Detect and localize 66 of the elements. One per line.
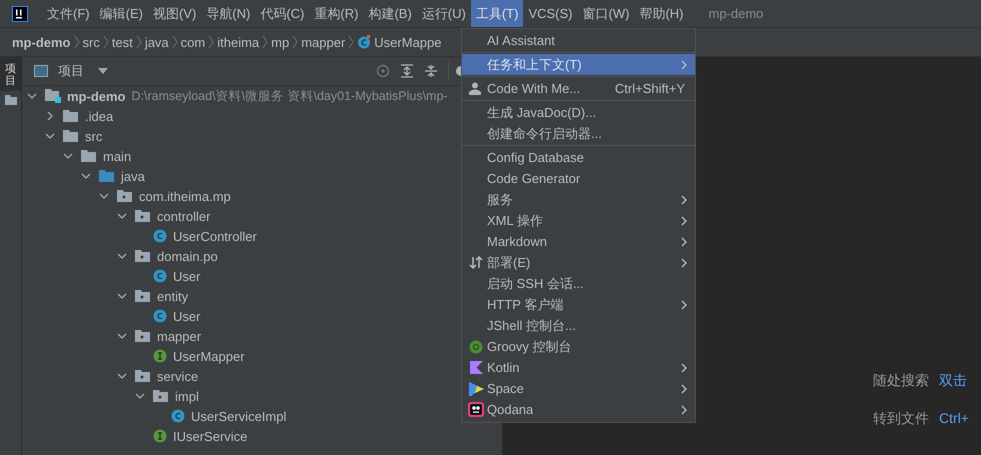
tree-item[interactable]: User	[173, 308, 200, 324]
menu-item[interactable]: XML 操作	[462, 210, 695, 231]
menu-item[interactable]: 运行(U)	[416, 0, 471, 27]
tree-item[interactable]: .idea	[85, 108, 114, 124]
menu-item[interactable]: 部署(E)	[462, 252, 695, 273]
breadcrumb-item[interactable]: mp-demo	[12, 34, 70, 50]
menu-item[interactable]: 代码(C)	[255, 0, 310, 27]
menu-item[interactable]: 服务	[462, 189, 695, 210]
tree-item[interactable]: domain.po	[157, 248, 218, 264]
menu-item[interactable]: Groovy 控制台	[462, 336, 695, 357]
menu-item[interactable]: VCS(S)	[523, 0, 578, 27]
menu-item[interactable]: 构建(B)	[363, 0, 417, 27]
breadcrumb-item[interactable]: itheima	[217, 34, 260, 50]
hint-shortcut: 双击	[939, 372, 967, 390]
menu-item[interactable]: Qodana	[462, 399, 695, 420]
menu-item[interactable]: Code Generator	[462, 168, 695, 189]
tree-item[interactable]: mp-demo	[67, 88, 126, 104]
menu-item[interactable]: Kotlin	[462, 357, 695, 378]
menu-item[interactable]: 启动 SSH 会话...	[462, 273, 695, 294]
hint-label: 随处搜索	[873, 372, 929, 390]
menu-item[interactable]: 文件(F)	[42, 0, 95, 27]
tree-item[interactable]: impl	[175, 388, 199, 404]
breadcrumb-item[interactable]: java	[144, 34, 169, 50]
menu-item[interactable]: Config Database	[462, 147, 695, 168]
hint-label: 转到文件	[873, 410, 929, 428]
tree-item[interactable]: service	[157, 368, 198, 384]
tree-item[interactable]: User	[173, 268, 200, 284]
tree-item[interactable]: java	[121, 168, 145, 184]
tree-item[interactable]: src	[85, 128, 102, 144]
menu-item[interactable]: Code With Me... Ctrl+Shift+Y	[462, 78, 695, 99]
breadcrumb-item[interactable]: UserMappe	[357, 34, 442, 50]
menu-item[interactable]: 编辑(E)	[94, 0, 148, 27]
menu-item[interactable]: 生成 JavaDoc(D)...	[462, 102, 695, 123]
menu-item[interactable]: 创建命令行启动器...	[462, 123, 695, 144]
hint-shortcut: Ctrl+	[939, 410, 969, 428]
menu-item[interactable]: 导航(N)	[201, 0, 256, 27]
menu-item[interactable]: HTTP 客户端	[462, 294, 695, 315]
breadcrumb-item[interactable]: com	[180, 34, 206, 50]
menu-item[interactable]: AI Assistant	[462, 30, 695, 51]
breadcrumb-item[interactable]: test	[112, 34, 133, 50]
breadcrumb-item[interactable]: mapper	[301, 34, 346, 50]
breadcrumb-item[interactable]: mp	[271, 34, 290, 50]
menu-item[interactable]: Space	[462, 378, 695, 399]
menu-item[interactable]: 任务和上下文(T)	[462, 54, 695, 75]
tree-item[interactable]: mapper	[157, 328, 202, 344]
tree-item[interactable]: UserController	[173, 228, 257, 244]
tree-item[interactable]: com.itheima.mp	[139, 188, 231, 204]
menu-item[interactable]: 窗口(W)	[578, 0, 634, 27]
window-title: mp-demo	[708, 5, 764, 23]
tree-item[interactable]: controller	[157, 208, 210, 224]
menu-item[interactable]: 视图(V)	[148, 0, 202, 27]
menu-item[interactable]: 帮助(H)	[634, 0, 688, 27]
breadcrumb-item[interactable]: src	[82, 34, 100, 50]
module-path: D:\ramseyload\资料\微服务 资料\day01-MybatisPlus\mp-	[132, 88, 448, 104]
menu-item[interactable]: 重构(R)	[309, 0, 364, 27]
shortcut-text: Ctrl+Shift+Y	[614, 81, 685, 96]
tree-item[interactable]: main	[103, 148, 132, 164]
tree-item[interactable]: entity	[157, 288, 188, 304]
tree-item[interactable]: UserServiceImpl	[191, 408, 286, 424]
panel-title[interactable]: 项目	[58, 62, 84, 80]
tree-item[interactable]: IUserService	[173, 428, 248, 444]
project-tool-tab[interactable]: 项目	[0, 57, 21, 92]
menu-item[interactable]: 工具(T)	[470, 0, 524, 27]
menu-item[interactable]: Markdown	[462, 231, 695, 252]
menu-item[interactable]: JShell 控制台...	[462, 315, 695, 336]
tree-item[interactable]: UserMapper	[173, 348, 245, 364]
